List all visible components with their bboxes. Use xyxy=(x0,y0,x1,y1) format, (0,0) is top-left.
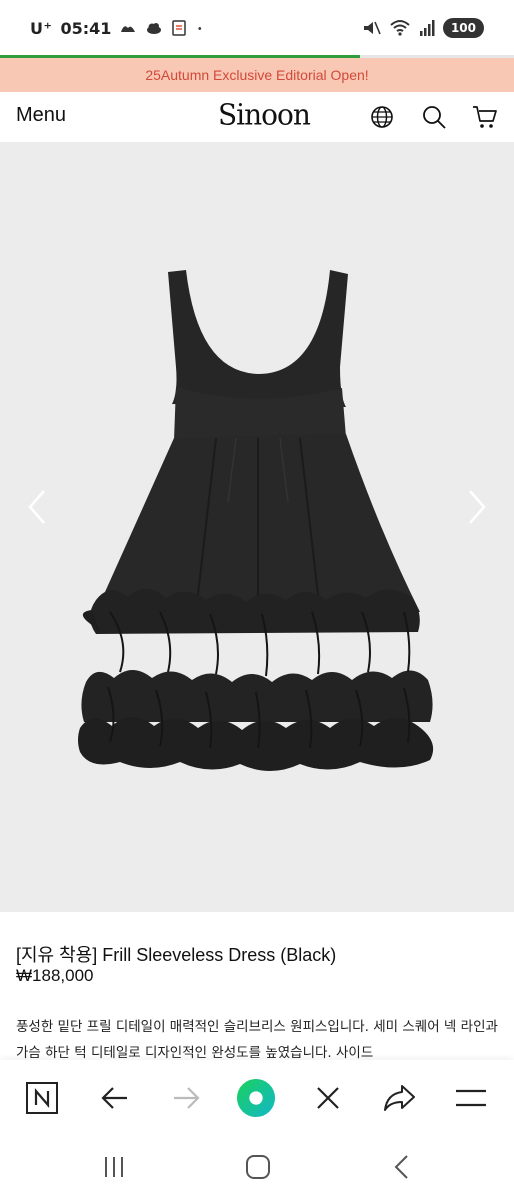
menu-hamburger-button[interactable] xyxy=(451,1078,491,1118)
product-image-gallery[interactable] xyxy=(0,142,514,912)
chevron-right-icon[interactable] xyxy=(462,487,492,527)
battery-badge: 100 xyxy=(442,18,484,38)
site-logo[interactable]: Sinoon xyxy=(218,97,311,132)
search-icon[interactable] xyxy=(421,104,447,130)
back-button[interactable] xyxy=(95,1078,135,1118)
product-image xyxy=(78,270,434,771)
home-button[interactable] xyxy=(238,1152,278,1182)
recent-apps-icon xyxy=(105,1157,123,1177)
browser-toolbar xyxy=(0,1060,514,1134)
clock: 05:41 xyxy=(60,18,112,38)
forward-arrow-icon xyxy=(174,1087,200,1109)
close-icon xyxy=(317,1087,339,1109)
status-left: U⁺ 05:41 xyxy=(30,17,207,39)
green-dot-button[interactable] xyxy=(236,1078,276,1118)
menu-button[interactable]: Menu xyxy=(16,104,66,127)
weather-icon xyxy=(121,26,136,32)
product-description: 풍성한 밑단 프릴 디테일이 매력적인 슬리브리스 원피스입니다. 세미 스퀘어… xyxy=(16,1019,498,1061)
globe-icon[interactable] xyxy=(369,104,395,130)
home-icon xyxy=(246,1155,270,1179)
cloud-icon xyxy=(147,23,162,34)
note-icon xyxy=(172,20,187,36)
share-icon xyxy=(384,1085,415,1111)
product-title: [지유 착용] Frill Sleeveless Dress (Black) xyxy=(16,945,337,965)
naver-home-icon xyxy=(26,1082,58,1114)
product-price: ₩188,000 xyxy=(16,966,94,985)
promo-banner[interactable]: 25Autumn Exclusive Editorial Open! xyxy=(0,58,514,92)
carrier-label: U⁺ xyxy=(30,18,53,38)
system-back-button[interactable] xyxy=(382,1152,422,1182)
cart-icon[interactable] xyxy=(472,104,498,130)
status-right: 100 xyxy=(361,16,484,40)
back-arrow-icon xyxy=(101,1087,127,1109)
recent-apps-button[interactable] xyxy=(94,1152,134,1182)
system-nav-bar xyxy=(0,1134,514,1200)
hamburger-icon xyxy=(456,1089,486,1107)
wifi-icon xyxy=(390,20,410,36)
status-bar: U⁺ 05:41 100 xyxy=(0,0,514,56)
promo-banner-text: 25Autumn Exclusive Editorial Open! xyxy=(145,67,369,83)
share-button[interactable] xyxy=(379,1078,419,1118)
mute-icon xyxy=(363,21,381,35)
back-icon xyxy=(394,1155,408,1179)
site-header: Menu Sinoon xyxy=(0,92,514,142)
dot-icon xyxy=(198,27,202,30)
chevron-left-icon[interactable] xyxy=(22,487,52,527)
green-dot-icon xyxy=(236,1078,276,1118)
signal-icon xyxy=(419,20,435,36)
close-tab-button[interactable] xyxy=(308,1078,348,1118)
forward-button[interactable] xyxy=(166,1078,206,1118)
naver-home-button[interactable] xyxy=(22,1078,62,1118)
